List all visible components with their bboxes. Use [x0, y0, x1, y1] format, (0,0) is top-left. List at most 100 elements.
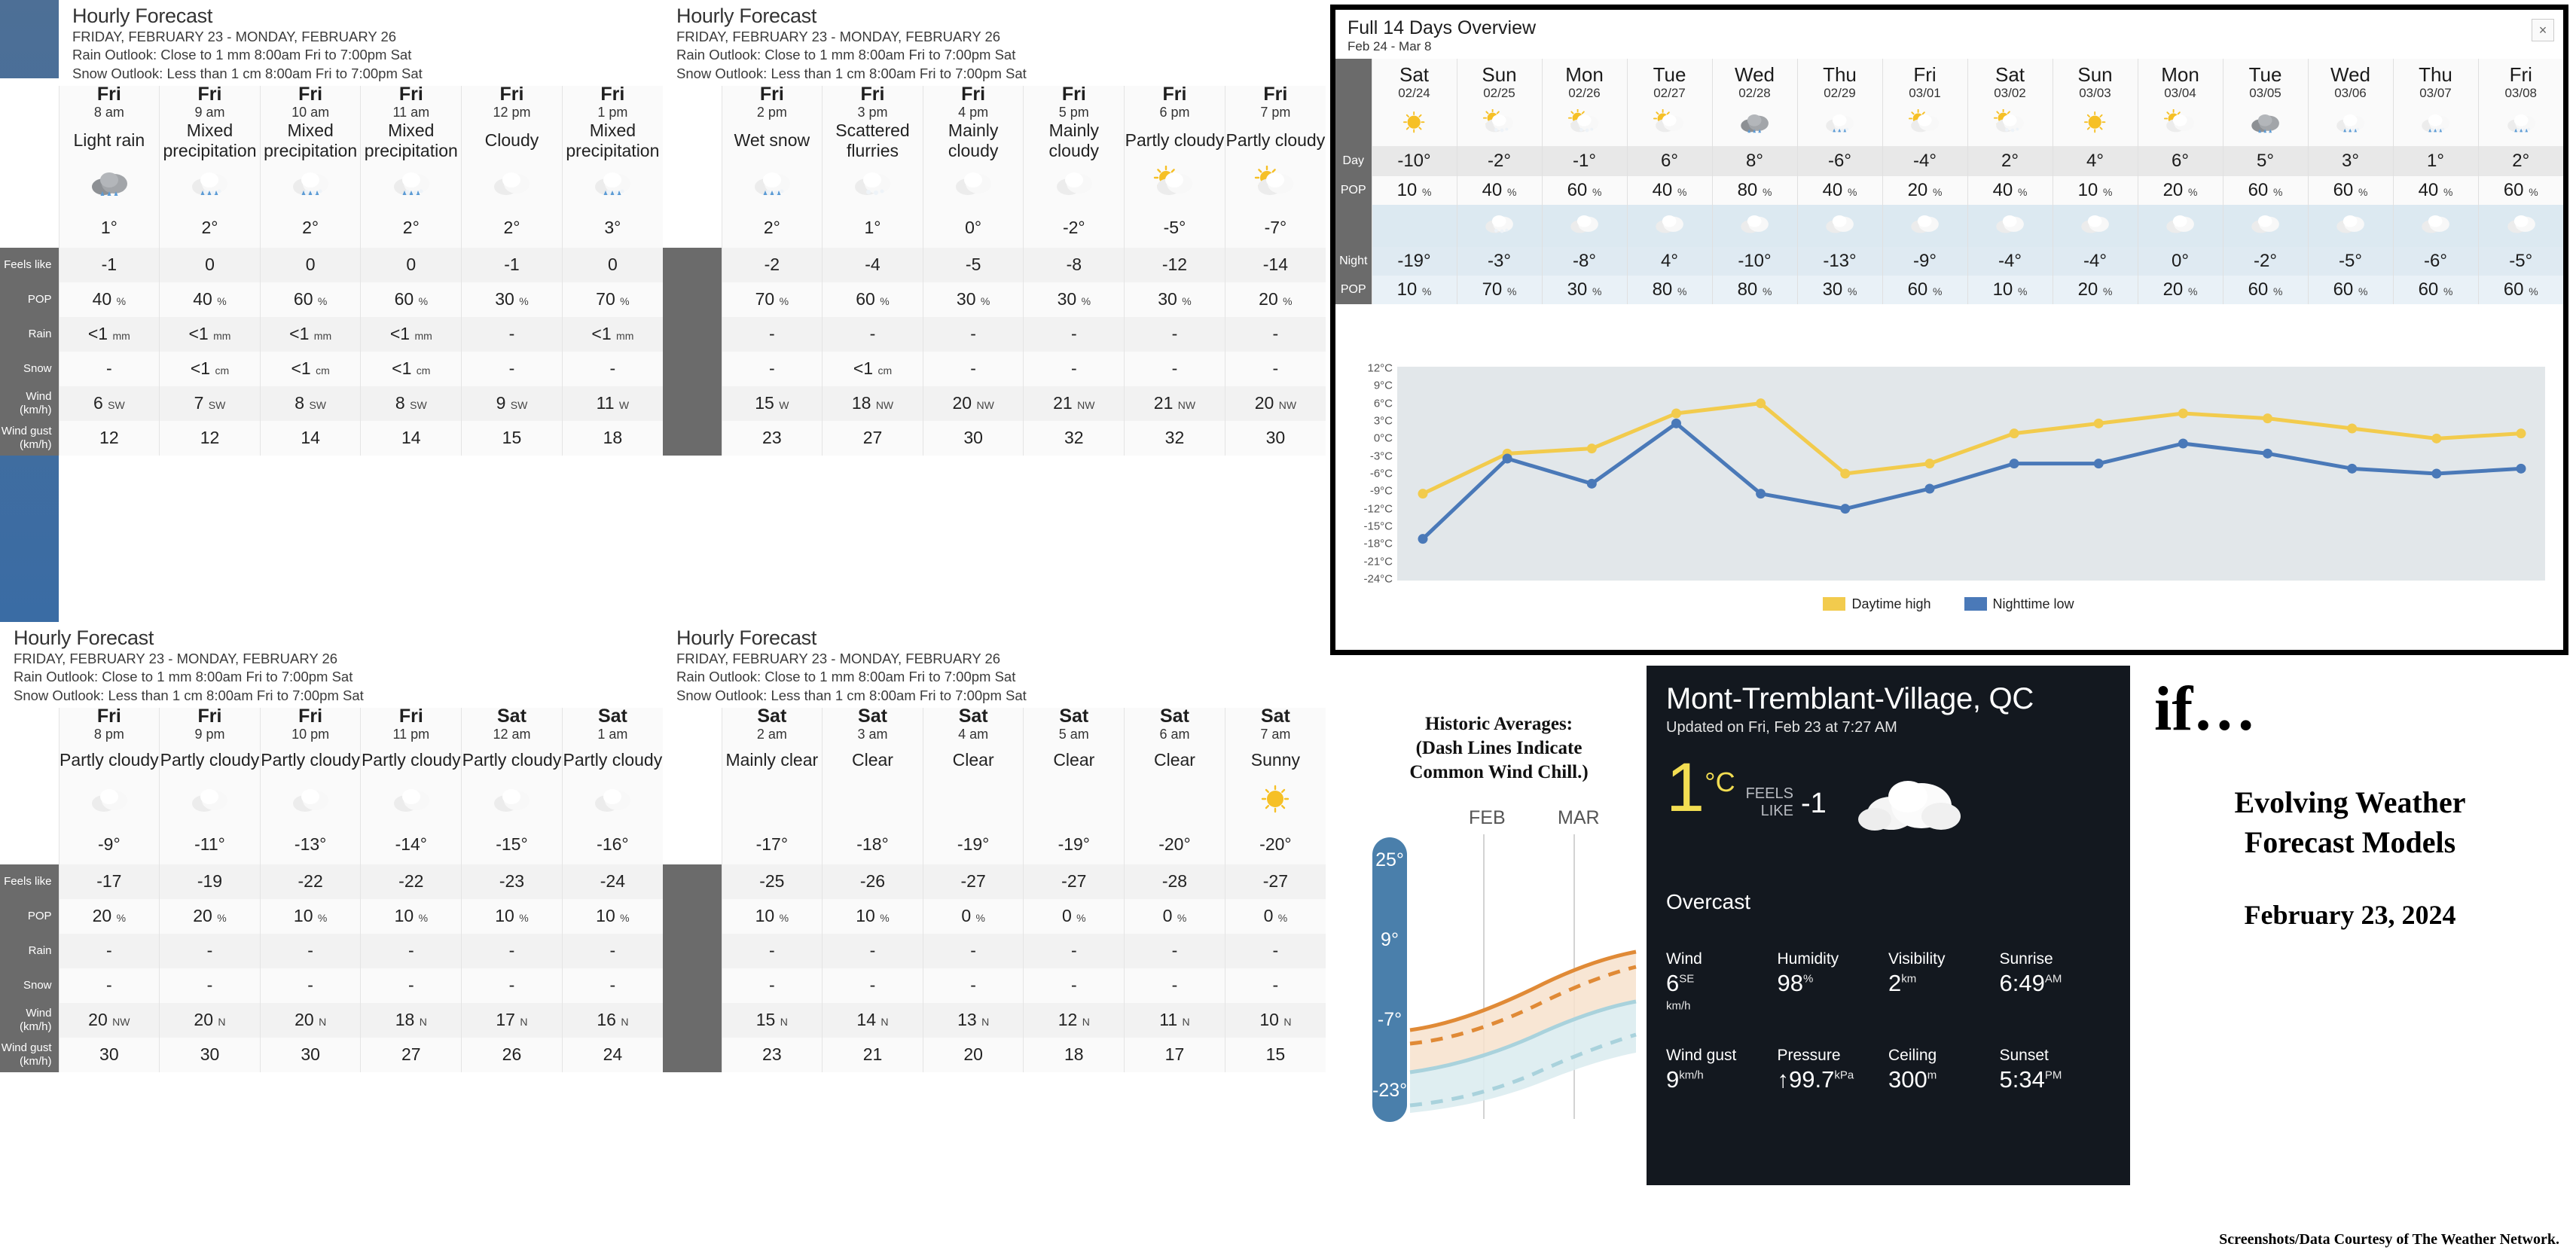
- temperature-cell: -16°: [561, 825, 663, 864]
- table-row-gust: Wind gust (km/h) 30 30 30 27 26 24: [0, 1037, 663, 1072]
- day-temp-cell: 6°: [1626, 146, 1712, 176]
- hour-label: 11 pm: [392, 726, 430, 742]
- ncloud-icon: [2166, 214, 2195, 233]
- day-name: Fri: [499, 84, 524, 105]
- hour-label: 4 am: [958, 726, 989, 742]
- hour-label: 3 am: [857, 726, 888, 742]
- pill-value-3: -7°: [1377, 1009, 1402, 1030]
- snow-cell: -: [561, 351, 663, 386]
- night-temp-cell: -3°: [1456, 247, 1542, 276]
- row-label-feels: Feels like: [0, 864, 59, 899]
- sunsnow-icon: [1483, 108, 1514, 132]
- pop-cell: 40 %: [159, 282, 261, 317]
- legend-swatch: [1823, 597, 1846, 611]
- condition-cell: Partly cloudy: [1124, 120, 1225, 162]
- row-label-rain: [663, 933, 722, 968]
- night-icon-cell: [1541, 205, 1627, 247]
- day-icon-cell: [2137, 104, 2223, 146]
- temperature-cell: -19°: [1023, 825, 1125, 864]
- condition-cell: Clear: [1023, 742, 1125, 779]
- ncloud-icon: [1826, 214, 1854, 233]
- wind-cell: 15 N: [721, 1002, 823, 1038]
- table-row-rain: ------: [663, 933, 1326, 968]
- temperature-cell: 2°: [721, 208, 823, 248]
- day-name: Thu: [2419, 63, 2452, 87]
- nmoon-icon: [1996, 214, 2025, 233]
- snow-cell: -: [561, 968, 663, 1003]
- metric-key: Wind gust: [1666, 1047, 1737, 1064]
- day-temp-cell: 8°: [1711, 146, 1797, 176]
- wind-cell: 21 NW: [1124, 386, 1225, 421]
- hour-label: 5 pm: [1058, 104, 1089, 120]
- feels-cell: -28: [1124, 864, 1225, 899]
- current-temp-row: 1 °C FEELS LIKE -1: [1666, 753, 2111, 884]
- day-temp-cell: -1°: [1541, 146, 1627, 176]
- pop-cell: 70 %: [721, 282, 823, 317]
- y-axis-tick: -18°C: [1363, 537, 1393, 550]
- day-name: Sun: [2077, 63, 2113, 87]
- night-pop-cell: 80 %: [1626, 276, 1712, 304]
- gust-cell: 27: [822, 420, 923, 456]
- day-name: Fri: [961, 84, 986, 105]
- nmoon-icon: [393, 787, 429, 812]
- day-pop-cell: 60 %: [2307, 176, 2393, 205]
- temperature-cell: -20°: [1124, 825, 1225, 864]
- night-icon-cell: [1711, 205, 1797, 247]
- feels-cell: -2: [721, 247, 823, 282]
- day-name: Fri: [1162, 84, 1187, 105]
- day-temp-cell: 5°: [2222, 146, 2308, 176]
- hourly-table-wrap: Fri 8 am Fri 9 am Fri 10 am Fri 11 am Fri 12 pm Fr…: [0, 78, 663, 622]
- snow-cell: -: [1224, 351, 1326, 386]
- y-axis-tick: 12°C: [1367, 361, 1393, 375]
- hour-label: 5 am: [1058, 726, 1089, 742]
- series-line-1: [1421, 421, 2523, 541]
- row-label-wind: Wind (km/h): [0, 386, 59, 421]
- feels-like-value: -1: [1800, 787, 1827, 819]
- metric-unit: PM: [2044, 1068, 2062, 1082]
- temperature-cell: -19°: [922, 825, 1024, 864]
- weather-icon-cell: [822, 161, 923, 209]
- rain-icon: [91, 172, 127, 196]
- night-temp-cell: -5°: [2477, 247, 2563, 276]
- night-pop-cell: 60 %: [2392, 276, 2478, 304]
- series-point: [1586, 444, 1597, 454]
- day-pop-cell: 40 %: [1456, 176, 1542, 205]
- table-row-gust: 23 27 30 32 32 30: [663, 420, 1326, 456]
- condition-cell: Clear: [922, 742, 1024, 779]
- metric-3: Sunrise 6:49AM: [2000, 950, 2111, 1024]
- hour-label: 8 pm: [93, 726, 124, 742]
- series-point: [1418, 534, 1428, 544]
- nmoon-icon: [494, 787, 530, 812]
- series-point: [2009, 459, 2019, 469]
- rain-outlook: Rain Outlook: Close to 1 mm 8:00am Fri t…: [676, 47, 1016, 63]
- row-label-snow: [663, 968, 722, 1003]
- close-icon[interactable]: ×: [2532, 19, 2554, 41]
- gust-cell: 30: [1224, 420, 1326, 456]
- hour-label: 4 pm: [958, 104, 989, 120]
- hourly-forecast-panel-3: Hourly Forecast FRIDAY, FEBRUARY 23 - MO…: [0, 622, 663, 1259]
- condition-cell: Partly cloudy: [461, 742, 563, 779]
- day-name: Wed: [2330, 63, 2370, 87]
- night-pop-cell: 60 %: [2222, 276, 2308, 304]
- panel-header: Hourly Forecast FRIDAY, FEBRUARY 23 - MO…: [663, 0, 1326, 87]
- metric-unit: %: [1802, 972, 1814, 986]
- table-row-pop: POP 20 % 20 % 10 % 10 % 10 % 10 %: [0, 898, 663, 934]
- wind-cell: 12 N: [1023, 1002, 1125, 1038]
- sunsnow-icon: [1568, 108, 1599, 132]
- feels-cell: 0: [360, 247, 462, 282]
- snow-outlook: Snow Outlook: Less than 1 cm 8:00am Fri …: [676, 687, 1027, 703]
- day-name: Tue: [2248, 63, 2282, 87]
- nmoon-icon: [91, 787, 127, 812]
- night-temp-cell: -6°: [2392, 247, 2478, 276]
- row-label-rain: Rain: [0, 933, 59, 968]
- day-temp-cell: 2°: [1967, 146, 2053, 176]
- legend-label: Nighttime low: [1992, 596, 2074, 611]
- overcast-cloud-icon: [1852, 767, 1965, 839]
- night-icon-cell: [1456, 205, 1542, 247]
- pop-cell: 0 %: [1124, 898, 1225, 934]
- snow-cell: -: [922, 351, 1024, 386]
- nclear-icon: [1070, 789, 1081, 808]
- table-row-day-temp: Day -10° -2° -1° 6° 8° -6° -4° 2° 4° 6° 5° 3° 1° 2°: [1335, 146, 2563, 176]
- night-pop-cell: 60 %: [2477, 276, 2563, 304]
- hour-label: 6 am: [1159, 726, 1190, 742]
